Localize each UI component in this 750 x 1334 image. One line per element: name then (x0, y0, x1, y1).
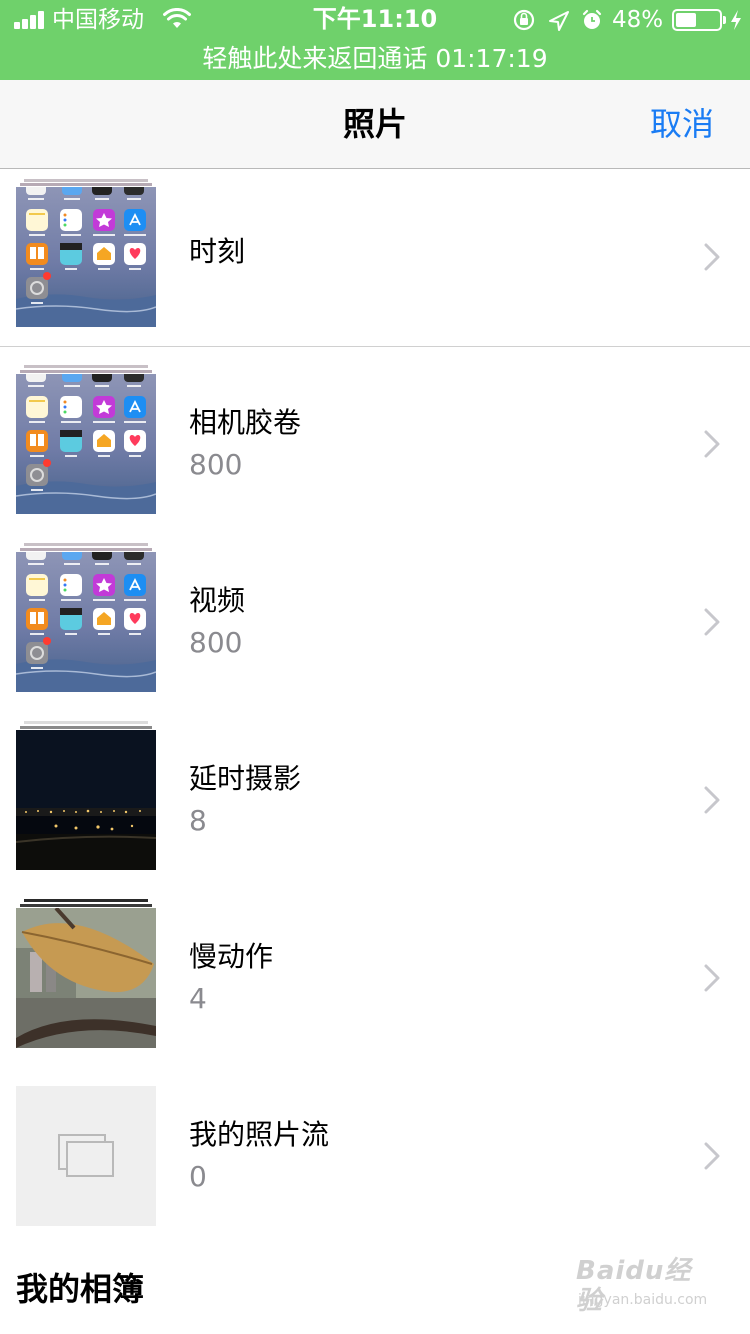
album-count: 4 (189, 982, 207, 1015)
album-title: 延时摄影 (189, 762, 302, 795)
album-count: 8 (189, 804, 207, 837)
album-count: 800 (189, 626, 243, 659)
album-title: 时刻 (189, 235, 246, 268)
page-title: 照片 (342, 105, 407, 143)
album-thumbnail (16, 552, 156, 692)
album-thumbnail (16, 730, 156, 870)
chevron-right-icon (704, 243, 720, 271)
album-thumbnail (16, 374, 156, 514)
chevron-right-icon (704, 608, 720, 636)
charging-bolt-icon (731, 10, 741, 30)
album-row-moments[interactable]: 时刻 (0, 170, 750, 347)
battery-icon (672, 9, 722, 31)
album-row-videos[interactable]: 视频 800 (0, 525, 750, 703)
stack-edge (24, 365, 148, 368)
watermark-url: jingyan.baidu.com (578, 1292, 708, 1308)
battery-level (676, 13, 697, 27)
stack-edge (20, 548, 152, 551)
status-icons (513, 9, 602, 31)
navigation-bar: 照片 取消 (0, 80, 750, 169)
album-thumbnail (16, 187, 156, 327)
album-row-time-lapse[interactable]: 延时摄影 8 (0, 703, 750, 881)
album-row-my-photo-stream[interactable]: 我的照片流 0 (0, 1059, 750, 1237)
chevron-right-icon (704, 786, 720, 814)
photo-stream-placeholder-icon (16, 1086, 156, 1226)
chevron-right-icon (704, 430, 720, 458)
alarm-icon (582, 9, 602, 29)
stack-edge (24, 179, 148, 182)
return-to-call-banner[interactable]: 轻触此处来返回通话 01:17:19 (0, 42, 750, 76)
stack-edge (24, 543, 148, 546)
orientation-lock-icon (513, 9, 535, 31)
chevron-right-icon (704, 1142, 720, 1170)
baidu-watermark: Baidu经验 jingyan.baidu.com (576, 1256, 712, 1320)
album-row-slo-mo[interactable]: 慢动作 4 (0, 881, 750, 1059)
chevron-right-icon (704, 964, 720, 992)
battery-percentage: 48% (612, 7, 664, 33)
stack-edge (24, 899, 148, 902)
status-row: 中国移动 下午11:10 48% (0, 0, 750, 40)
battery-cap (723, 16, 726, 24)
stack-edge (20, 904, 152, 907)
album-list: 时刻 相机胶卷 800 视频 800 延时摄影 8 慢动作 4 我的照片流 0 (0, 170, 750, 1237)
status-bar: 中国移动 下午11:10 48% 轻触此处来返回通话 01:17:19 (0, 0, 750, 80)
album-thumbnail (16, 908, 156, 1048)
stack-edge (20, 183, 152, 186)
album-count: 0 (189, 1160, 207, 1193)
cancel-button[interactable]: 取消 (650, 104, 714, 144)
stack-edge (20, 726, 152, 729)
stack-edge (20, 370, 152, 373)
stack-edge (24, 721, 148, 724)
album-row-camera-roll[interactable]: 相机胶卷 800 (0, 347, 750, 525)
location-icon (549, 11, 569, 31)
album-title: 慢动作 (189, 940, 274, 973)
album-title: 视频 (189, 584, 246, 617)
album-title: 我的照片流 (189, 1118, 330, 1151)
album-count: 800 (189, 448, 243, 481)
section-header-my-albums: 我的相簿 (16, 1270, 145, 1308)
album-title: 相机胶卷 (189, 406, 302, 439)
